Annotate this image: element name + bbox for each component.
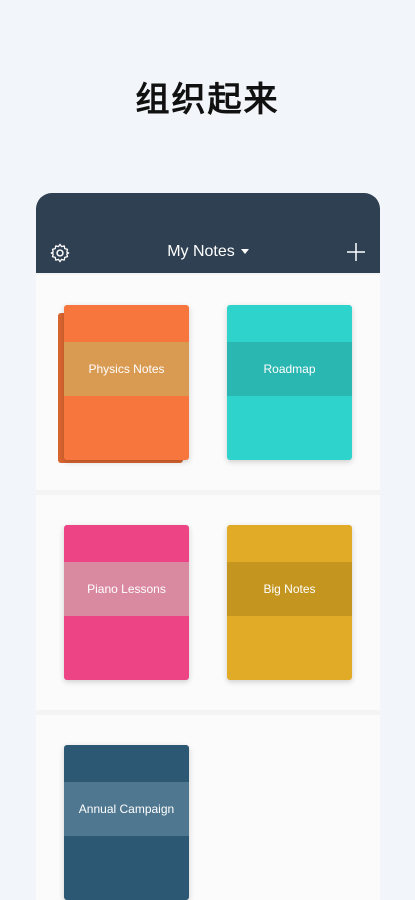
notebook-roadmap[interactable]: Roadmap	[227, 305, 352, 460]
navigation-bar: My Notes	[36, 193, 380, 273]
plus-icon[interactable]	[346, 242, 366, 262]
notebook-switcher[interactable]: My Notes	[36, 243, 380, 261]
notebook-label: Roadmap	[227, 342, 352, 396]
notebook-physics-notes[interactable]: Physics Notes	[64, 305, 189, 460]
headline: 组织起来	[135, 80, 280, 120]
notebook-label: Physics Notes	[64, 342, 189, 396]
notebook-big-notes[interactable]: Big Notes	[227, 525, 352, 680]
nav-title-label: My Notes	[167, 243, 235, 260]
notebook-piano-lessons[interactable]: Piano Lessons	[64, 525, 189, 680]
notebook-label: Annual Campaign	[64, 782, 189, 836]
notebook-label: Piano Lessons	[64, 562, 189, 616]
caret-down-icon	[240, 249, 249, 255]
phone-frame: My Notes Physics Notes Roadmap Piano Les…	[36, 193, 380, 900]
notebook-annual-campaign[interactable]: Annual Campaign	[64, 745, 189, 900]
notebook-label: Big Notes	[227, 562, 352, 616]
